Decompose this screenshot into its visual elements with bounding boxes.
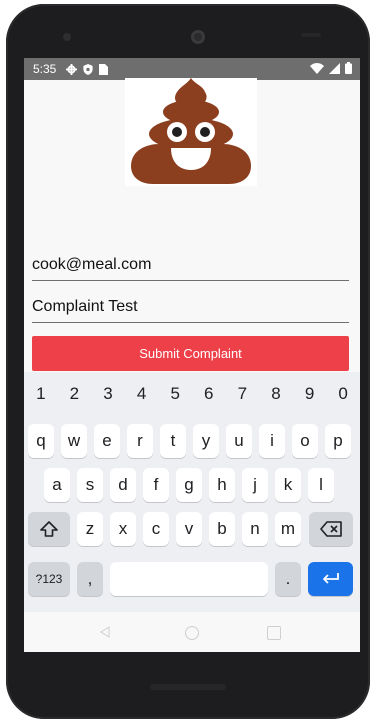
key-7[interactable]: 7 (238, 384, 247, 404)
back-icon[interactable] (99, 626, 111, 638)
key-l[interactable]: l (308, 468, 334, 502)
key-s[interactable]: s (77, 468, 103, 502)
settings-icon (66, 63, 78, 75)
symbols-key[interactable]: ?123 (28, 562, 70, 596)
shift-icon (40, 521, 58, 537)
key-r[interactable]: r (127, 424, 153, 458)
wifi-icon (310, 62, 324, 74)
front-sensor (63, 33, 71, 41)
comma-key[interactable]: , (77, 562, 103, 596)
recents-icon[interactable] (267, 626, 281, 640)
status-right-icons (310, 62, 352, 74)
key-o[interactable]: o (292, 424, 318, 458)
shift-key[interactable] (28, 512, 70, 546)
poop-emoji-logo (125, 78, 257, 186)
submit-complaint-button[interactable]: Submit Complaint (32, 336, 349, 371)
key-i[interactable]: i (259, 424, 285, 458)
backspace-icon (320, 521, 342, 537)
key-4[interactable]: 4 (137, 384, 146, 404)
key-8[interactable]: 8 (271, 384, 280, 404)
key-z[interactable]: z (77, 512, 103, 546)
keyboard-number-row: 1 2 3 4 5 6 7 8 9 0 (24, 384, 360, 404)
proximity-sensor (301, 33, 321, 37)
key-v[interactable]: v (176, 512, 202, 546)
home-icon[interactable] (185, 626, 199, 640)
key-6[interactable]: 6 (204, 384, 213, 404)
key-y[interactable]: y (193, 424, 219, 458)
key-u[interactable]: u (226, 424, 252, 458)
key-n[interactable]: n (242, 512, 268, 546)
key-5[interactable]: 5 (170, 384, 179, 404)
key-f[interactable]: f (143, 468, 169, 502)
email-input[interactable]: cook@meal.com (32, 256, 349, 281)
space-key[interactable] (110, 562, 268, 596)
key-c[interactable]: c (143, 512, 169, 546)
key-0[interactable]: 0 (338, 384, 347, 404)
enter-icon (322, 573, 339, 584)
sim-card-icon (99, 63, 109, 75)
key-h[interactable]: h (209, 468, 235, 502)
key-p[interactable]: p (325, 424, 351, 458)
period-key[interactable]: . (275, 562, 301, 596)
complaint-input[interactable]: Complaint Test (32, 298, 349, 323)
key-m[interactable]: m (275, 512, 301, 546)
key-d[interactable]: d (110, 468, 136, 502)
navigation-bar (24, 612, 360, 652)
key-t[interactable]: t (160, 424, 186, 458)
status-bar: 5:35 (24, 58, 360, 80)
battery-icon (345, 62, 352, 74)
device-frame: 5:35 cook@meal.com Complaint Test Submit… (0, 0, 376, 723)
key-9[interactable]: 9 (305, 384, 314, 404)
key-2[interactable]: 2 (70, 384, 79, 404)
key-k[interactable]: k (275, 468, 301, 502)
key-x[interactable]: x (110, 512, 136, 546)
soft-keyboard: 1 2 3 4 5 6 7 8 9 0 q w e r t y u i o p (24, 372, 360, 612)
status-time: 5:35 (33, 62, 57, 76)
key-a[interactable]: a (44, 468, 70, 502)
backspace-key[interactable] (309, 512, 353, 546)
key-e[interactable]: e (94, 424, 120, 458)
key-w[interactable]: w (61, 424, 87, 458)
key-3[interactable]: 3 (103, 384, 112, 404)
front-camera (191, 30, 205, 44)
signal-icon (329, 62, 340, 74)
key-j[interactable]: j (242, 468, 268, 502)
enter-key[interactable] (308, 562, 353, 596)
key-g[interactable]: g (176, 468, 202, 502)
key-q[interactable]: q (28, 424, 54, 458)
key-1[interactable]: 1 (36, 384, 45, 404)
screen: 5:35 cook@meal.com Complaint Test Submit… (24, 58, 360, 652)
status-icons (66, 63, 109, 75)
bottom-speaker (150, 684, 226, 690)
shield-icon (83, 63, 93, 75)
key-b[interactable]: b (209, 512, 235, 546)
